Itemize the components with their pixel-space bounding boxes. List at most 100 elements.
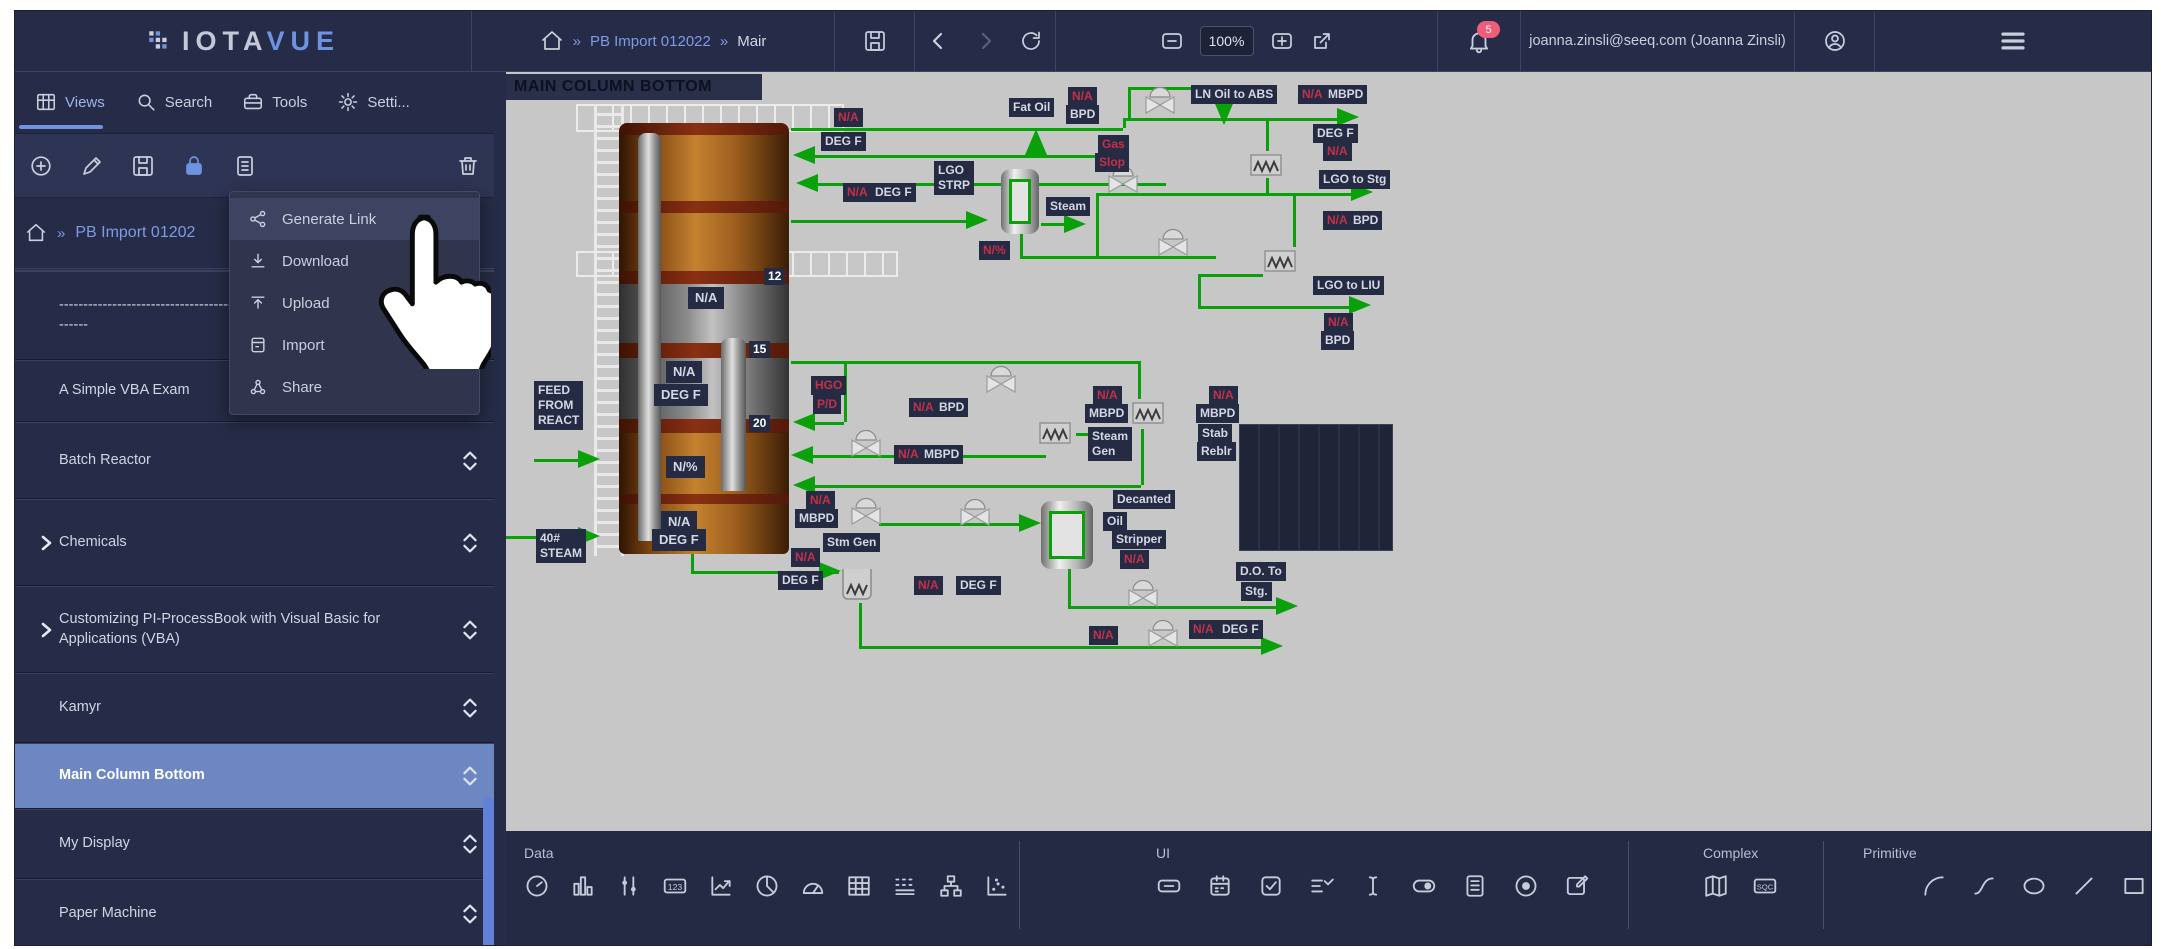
menu-item-upload[interactable]: Upload [230,282,479,324]
sqc-tool[interactable]: SQC [1752,873,1778,899]
tab-tools[interactable]: Tools [230,71,319,133]
zoom-in-button[interactable] [1270,29,1294,53]
list-item-customizing-pi-processbook-with-visual-b[interactable]: Customizing PI-ProcessBook with Visual B… [15,586,494,673]
curve-tool[interactable] [1971,873,1997,899]
dropdown-tool[interactable] [1309,873,1335,899]
data-grid-tool[interactable] [846,873,872,899]
value-label: Stab [1198,424,1232,443]
control-valve [849,495,883,525]
main-menu-button[interactable] [1998,26,2028,56]
radio-tool[interactable] [1513,873,1539,899]
zoom-out-button[interactable] [1160,29,1184,53]
list-item-kamyr[interactable]: Kamyr [15,673,494,743]
home-icon[interactable] [25,222,47,244]
list-item-chemicals[interactable]: Chemicals [15,499,494,586]
list-item-batch-reactor[interactable]: Batch Reactor [15,422,494,499]
list-item-main-column-bottom[interactable]: Main Column Bottom [15,743,494,809]
internal-pipe [638,133,661,541]
gauge-tool[interactable] [524,873,550,899]
menu-item-generate-link[interactable]: Generate Link [230,198,479,240]
breadcrumb: » PB Import 012022 » Mair [472,11,835,71]
reorder-icon[interactable] [460,617,480,643]
arc-tool[interactable] [1921,873,1947,899]
flow-line [1138,361,1141,399]
notifications-button[interactable]: 5 [1466,28,1492,54]
list-item-label: Batch Reactor [29,451,389,471]
donut-chart-tool[interactable] [754,873,780,899]
tree-diagram-tool[interactable] [938,873,964,899]
sidebar-breadcrumb-link[interactable]: PB Import 01202 [75,224,195,242]
pencil-icon[interactable] [80,154,104,178]
expand-icon[interactable] [37,534,55,552]
dial-gauge-tool[interactable] [800,873,826,899]
ellipse-tool[interactable] [2021,873,2047,899]
grid-views-icon [35,91,57,113]
scatter-plot-tool[interactable] [984,873,1010,899]
reorder-icon[interactable] [460,530,480,556]
tab-views[interactable]: Views [23,71,117,133]
menu-item-import[interactable]: Import [230,324,479,366]
plus-circle-icon[interactable] [29,154,53,178]
number-display-tool[interactable]: 123 [662,873,688,899]
refresh-button[interactable] [1019,29,1043,53]
flow-line [859,646,1263,649]
lock-icon[interactable] [182,154,206,178]
menu-item-share[interactable]: Share [230,366,479,408]
map-tool[interactable] [1703,873,1729,899]
forward-button[interactable] [973,29,997,53]
value-label: BPD [1066,105,1099,124]
trash-icon[interactable] [456,154,480,178]
value-label: D.O. To [1236,562,1286,581]
control-valve [1146,617,1180,647]
value-label: DEG F [778,571,823,590]
toolbox-section-title: Primitive [1863,845,2147,861]
list-item-my-display[interactable]: My Display [15,809,494,879]
tab-label: Setti... [367,94,410,111]
tab-label: Tools [272,94,307,111]
save-button[interactable] [863,29,887,53]
reorder-icon[interactable] [460,763,480,789]
list-box-tool[interactable] [1462,873,1488,899]
trend-chart-tool[interactable] [708,873,734,899]
brand-text-a: IOTA [182,26,267,56]
value-label: Fat Oil [1009,98,1054,117]
diagram-canvas[interactable]: MAIN COLUMN BOTTOM N/ADEG FN/ADEG FLGO S… [506,71,2151,831]
calendar-tool[interactable] [1207,873,1233,899]
reorder-icon[interactable] [460,831,480,857]
flow-line [879,523,1021,526]
sidebar-scrollbar[interactable] [483,798,494,946]
value-label: N/A [666,361,702,383]
tab-search[interactable]: Search [123,71,225,133]
open-external-button[interactable] [1310,29,1334,53]
button-tool[interactable] [1156,873,1182,899]
menu-item-download[interactable]: Download [230,240,479,282]
reorder-icon[interactable] [460,901,480,927]
reorder-icon[interactable] [460,695,480,721]
rectangle-tool[interactable] [2121,873,2147,899]
edit-box-tool[interactable] [1564,873,1590,899]
home-icon[interactable] [540,29,564,53]
toggle-tool[interactable] [1411,873,1437,899]
menu-item-label: Share [282,379,322,396]
strip-chart-tool[interactable] [892,873,918,899]
floppy-icon[interactable] [131,154,155,178]
line-tool[interactable] [2071,873,2097,899]
text-input-tool[interactable] [1360,873,1386,899]
zoom-level[interactable]: 100% [1200,26,1254,56]
bar-chart-tool[interactable] [570,873,596,899]
breadcrumb-parent-link[interactable]: PB Import 012022 [590,33,711,50]
expand-icon[interactable] [37,621,55,639]
value-label: Oil [1103,512,1127,531]
slider-tool[interactable] [616,873,642,899]
flow-arrow [1019,514,1041,532]
reorder-icon[interactable] [460,448,480,474]
value-label: N/A [1120,550,1149,569]
list-item-paper-machine[interactable]: Paper Machine [15,879,494,946]
back-button[interactable] [927,29,951,53]
profile-button[interactable] [1823,29,1847,53]
doc-list-icon[interactable] [233,154,257,178]
top-bar: IOTAVUE » PB Import 012022 » Mair 100% 5 [15,11,2151,72]
checkbox-tool[interactable] [1258,873,1284,899]
value-label: BPD [935,398,968,417]
tab-setti[interactable]: Setti... [325,71,422,133]
